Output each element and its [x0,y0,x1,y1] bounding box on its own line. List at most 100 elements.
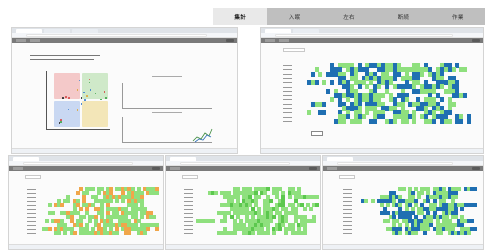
scatter-point [83,91,85,94]
heatmap-cell [278,227,283,231]
heatmap-grid [27,187,161,235]
heatmap-cell [330,97,335,103]
row-label [27,205,36,206]
row-label [27,193,36,194]
row-label [27,209,36,210]
row-label [283,65,292,67]
heatmap-cell [404,118,409,124]
quadrant-blue [54,101,80,127]
heatmap-cell [364,199,369,203]
heatmap-cell [75,191,80,195]
heatmap-cell [330,80,335,86]
row-label [283,78,292,79]
scatter-point [76,89,79,91]
row-label [184,213,193,214]
scatter-point [89,89,92,91]
row-label [184,225,193,226]
row-label [283,86,292,88]
row-label [283,82,292,84]
row-label [184,217,193,218]
heatmap-cell [272,231,277,235]
tab-work[interactable]: 作業 [431,8,485,25]
scatter-point [86,95,88,97]
os-taskbar [261,148,483,153]
heatmap-cell [472,187,477,191]
row-label [343,201,352,202]
filter-dropdown[interactable] [339,175,355,179]
row-label [27,229,36,230]
filter-dropdown[interactable] [25,175,41,179]
row-label [27,189,36,190]
heatmap-cell [357,84,362,90]
scatter-point [65,95,68,98]
heatmap-cell [401,187,406,191]
row-label [283,108,292,109]
row-label [283,69,292,71]
heatmap-cell [460,207,465,211]
heatmap-content [166,171,320,244]
mini-chart-bottom [122,117,213,143]
heatmap-cell [121,199,126,203]
filter-dropdown[interactable] [283,48,305,52]
tab-sleep-onset[interactable]: 入眠 [267,8,321,25]
heatmap-cell [63,231,68,235]
heatmap-cell [287,195,292,199]
app-toolbar-button[interactable] [152,167,160,170]
heatmap-cell [48,203,53,207]
row-label [27,217,36,218]
heatmap-window-orange [8,155,164,250]
heatmap-cell [314,80,319,86]
row-label [343,233,352,234]
heatmap-window-mixed [260,27,484,154]
tab-summary[interactable]: 集計 [213,8,268,25]
heatmap-cell [66,199,71,203]
os-taskbar [12,148,237,153]
heatmap-cell [90,187,95,191]
heatmap-cell [472,227,477,231]
app-toolbar-button[interactable] [472,167,480,170]
scatter-point [84,99,86,101]
heatmap-cell [306,110,311,116]
chart-caption-line [152,76,182,77]
heatmap-cell [57,231,62,235]
row-label [283,112,292,114]
heatmap-cell [447,110,452,116]
heatmap-cell [211,219,216,223]
filter-dropdown[interactable] [182,175,198,179]
heatmap-cell [466,231,471,235]
heatmap-cell [392,118,397,124]
heatmap-cell [431,118,436,124]
row-label [343,217,352,218]
heatmap-cell [361,114,366,120]
row-label [343,229,352,230]
app-toolbar-button[interactable] [472,39,480,42]
heatmap-cell [341,118,346,124]
mini-chart-series [192,128,213,142]
heatmap-cell [467,118,472,124]
scatter-point [76,109,79,111]
tab-left-right[interactable]: 左右 [322,8,376,25]
app-toolbar-button[interactable] [309,167,317,170]
heatmap-cell [48,227,53,231]
summary-content [12,43,237,148]
row-label [27,201,36,202]
heatmap-content [323,171,483,244]
heatmap-cell [302,231,307,235]
row-label [184,197,193,198]
heatmap-cell [322,110,327,116]
row-label [343,213,352,214]
heatmap-cell [154,191,159,195]
tab-intermittent[interactable]: 断続 [376,8,430,25]
row-label [283,95,292,97]
heatmap-window-blue [322,155,484,250]
app-toolbar-button[interactable] [226,39,234,42]
row-label [184,205,193,206]
heatmap-cell [357,118,362,124]
heatmap-cell [308,207,313,211]
os-taskbar [9,244,163,249]
row-label [343,189,352,190]
row-label [27,225,36,226]
scatter-point [105,97,107,99]
row-label [283,99,292,101]
os-taskbar [323,244,483,249]
